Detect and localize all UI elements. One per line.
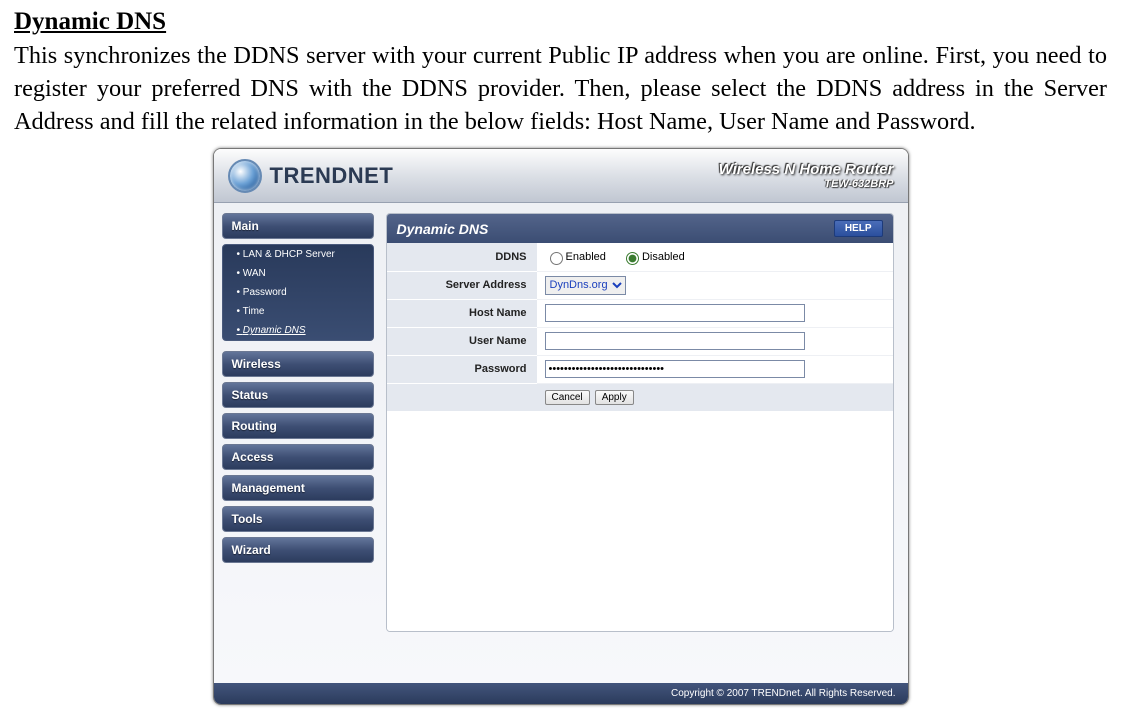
router-admin-panel: TRENDNET Wireless N Home Router TEW-632B… bbox=[213, 148, 909, 705]
panel-empty-space bbox=[387, 411, 893, 631]
intro-paragraph: This synchronizes the DDNS server with y… bbox=[14, 40, 1107, 138]
panel-title: Dynamic DNS bbox=[397, 221, 489, 237]
ddns-enabled-text: Enabled bbox=[566, 251, 606, 263]
sidebar-section-management[interactable]: Management bbox=[222, 475, 374, 501]
user-name-label: User Name bbox=[387, 327, 537, 355]
ddns-enabled-option[interactable]: Enabled bbox=[545, 251, 606, 263]
host-name-label: Host Name bbox=[387, 299, 537, 327]
sidebar-item-password[interactable]: Password bbox=[227, 283, 373, 302]
ddns-disabled-text: Disabled bbox=[642, 251, 685, 263]
product-name: Wireless N Home Router bbox=[719, 161, 894, 178]
ddns-disabled-option[interactable]: Disabled bbox=[621, 251, 685, 263]
cancel-button[interactable]: Cancel bbox=[545, 390, 590, 405]
sidebar-section-routing[interactable]: Routing bbox=[222, 413, 374, 439]
brand-block: TRENDNET bbox=[228, 159, 394, 193]
router-footer: Copyright © 2007 TRENDnet. All Rights Re… bbox=[214, 683, 908, 704]
apply-button[interactable]: Apply bbox=[595, 390, 634, 405]
sidebar-section-main[interactable]: Main bbox=[222, 213, 374, 239]
help-button[interactable]: HELP bbox=[834, 220, 883, 237]
model-number: TEW-632BRP bbox=[719, 178, 894, 190]
sidebar-item-dynamic-dns[interactable]: Dynamic DNS bbox=[227, 321, 373, 340]
sidebar-item-wan[interactable]: WAN bbox=[227, 264, 373, 283]
sidebar-main-submenu: LAN & DHCP Server WAN Password Time Dyna… bbox=[222, 244, 374, 341]
sidebar-nav: Main LAN & DHCP Server WAN Password Time… bbox=[214, 203, 382, 683]
host-name-input[interactable] bbox=[545, 304, 805, 322]
sidebar-section-tools[interactable]: Tools bbox=[222, 506, 374, 532]
settings-panel: Dynamic DNS HELP DDNS Enabled Disabled bbox=[386, 213, 894, 632]
sidebar-section-access[interactable]: Access bbox=[222, 444, 374, 470]
password-input[interactable] bbox=[545, 360, 805, 378]
server-address-label: Server Address bbox=[387, 271, 537, 299]
brand-text: TRENDNET bbox=[270, 163, 394, 189]
sidebar-item-time[interactable]: Time bbox=[227, 302, 373, 321]
user-name-input[interactable] bbox=[545, 332, 805, 350]
router-header: TRENDNET Wireless N Home Router TEW-632B… bbox=[214, 149, 908, 203]
brand-logo-icon bbox=[228, 159, 262, 193]
ddns-label: DDNS bbox=[387, 243, 537, 271]
panel-header: Dynamic DNS HELP bbox=[387, 214, 893, 243]
page-title: Dynamic DNS bbox=[14, 8, 1107, 36]
sidebar-section-status[interactable]: Status bbox=[222, 382, 374, 408]
model-block: Wireless N Home Router TEW-632BRP bbox=[719, 161, 894, 190]
server-address-select[interactable]: DynDns.org bbox=[545, 276, 626, 295]
sidebar-item-lan-dhcp[interactable]: LAN & DHCP Server bbox=[227, 245, 373, 264]
ddns-enabled-radio[interactable] bbox=[550, 252, 563, 265]
sidebar-section-wizard[interactable]: Wizard bbox=[222, 537, 374, 563]
ddns-disabled-radio[interactable] bbox=[626, 252, 639, 265]
password-label: Password bbox=[387, 355, 537, 383]
sidebar-section-wireless[interactable]: Wireless bbox=[222, 351, 374, 377]
